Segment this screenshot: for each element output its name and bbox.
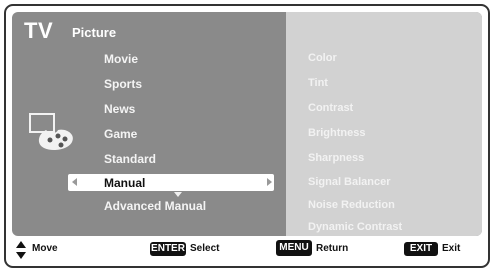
menu-item-movie[interactable]: Movie bbox=[104, 52, 138, 66]
menu-item-game[interactable]: Game bbox=[104, 127, 137, 141]
setting-sharpness: Sharpness bbox=[308, 152, 365, 164]
setting-dynamic-contrast: Dynamic Contrast bbox=[308, 221, 403, 233]
section-title: Picture bbox=[72, 25, 117, 40]
left-arrow-icon[interactable] bbox=[72, 178, 77, 186]
menu-item-advanced-manual[interactable]: Advanced Manual bbox=[104, 199, 206, 213]
selected-item-bar[interactable] bbox=[68, 174, 274, 191]
select-label: Select bbox=[190, 243, 220, 254]
menu-key-icon: MENU bbox=[276, 240, 312, 256]
setting-tint: Tint bbox=[308, 77, 328, 89]
down-arrow-icon bbox=[174, 192, 182, 197]
tv-title: TV bbox=[24, 18, 54, 43]
help-bar: Move ENTER Select MENU Return EXIT Exit bbox=[12, 240, 482, 260]
right-arrow-icon[interactable] bbox=[267, 178, 272, 186]
up-down-arrow-icon bbox=[16, 241, 26, 259]
setting-signal-balancer: Signal Balancer bbox=[308, 176, 391, 188]
menu-item-sports[interactable]: Sports bbox=[104, 77, 142, 91]
palette-icon bbox=[29, 113, 73, 150]
exit-label: Exit bbox=[442, 243, 461, 254]
picture-menu-panel: TV Picture Movie Sports News Game Standa… bbox=[12, 12, 482, 236]
menu-item-manual[interactable]: Manual bbox=[104, 176, 145, 190]
setting-contrast: Contrast bbox=[308, 102, 354, 114]
menu-item-standard[interactable]: Standard bbox=[104, 152, 156, 166]
tv-menu-frame: TV Picture Movie Sports News Game Standa… bbox=[4, 4, 490, 268]
setting-brightness: Brightness bbox=[308, 127, 366, 139]
enter-key-icon: ENTER bbox=[150, 242, 186, 256]
setting-noise-reduction: Noise Reduction bbox=[308, 199, 395, 211]
move-label: Move bbox=[32, 243, 58, 254]
menu-item-news[interactable]: News bbox=[104, 102, 135, 116]
exit-key-icon: EXIT bbox=[404, 242, 438, 256]
return-label: Return bbox=[316, 243, 349, 254]
setting-color: Color bbox=[308, 52, 337, 64]
